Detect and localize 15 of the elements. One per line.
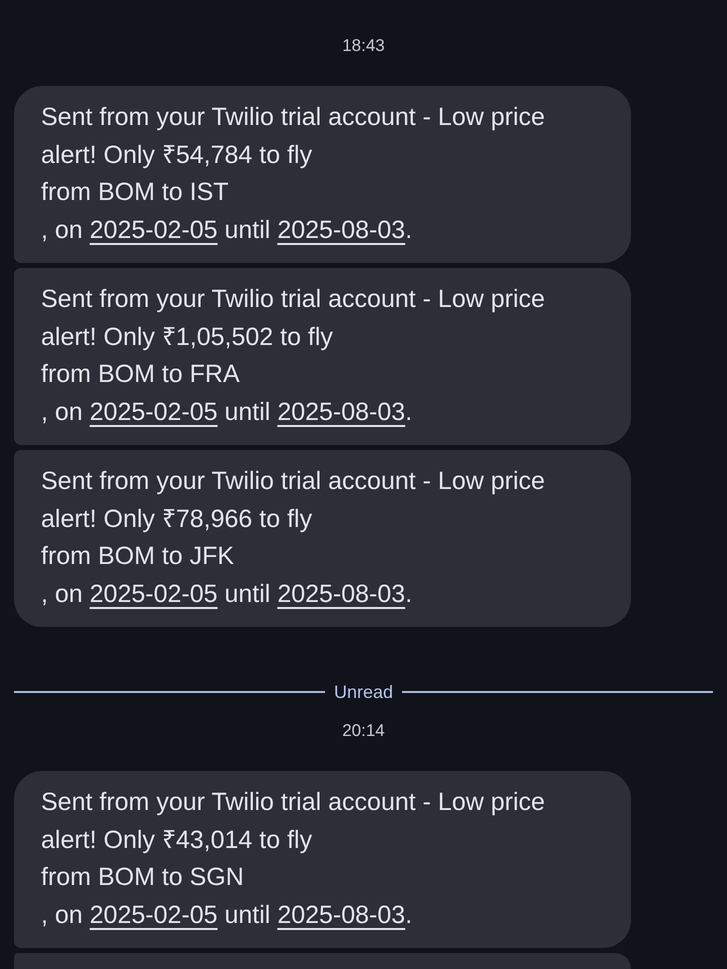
date-link[interactable]: 2025-08-03 <box>277 580 406 608</box>
message-text: Sent from your Twilio trial account - Low price alert! Only ₹54,784 to fly from BOM to IST , on 2025-02-05 until 2025-08-03. <box>41 102 546 246</box>
timestamp: 18:43 <box>342 36 385 56</box>
date-link[interactable]: 2025-02-05 <box>90 900 218 928</box>
date-link[interactable]: 2025-08-03 <box>277 900 406 928</box>
date-link[interactable]: 2025-02-05 <box>90 580 218 608</box>
message-text: Sent from your Twilio trial account - Low price alert! Only ₹43,014 to fly from BOM to SGN , on 2025-02-05 until 2025-08-03. <box>41 787 546 930</box>
date-link[interactable]: 2025-02-05 <box>90 216 218 244</box>
timestamp: 20:14 <box>342 721 385 741</box>
date-link[interactable]: 2025-08-03 <box>277 216 406 244</box>
message-text: Sent from your Twilio trial account - Low price alert! Only ₹1,05,502 to fly from BOM to FRA , on 2025-02-05 until 2025-08-03. <box>41 284 546 428</box>
unread-label: Unread <box>334 681 394 703</box>
date-link[interactable]: 2025-08-03 <box>277 398 406 426</box>
message-text: Sent from your Twilio trial account - Low price alert! Only ₹78,966 to fly from BOM to JFK , on 2025-02-05 until 2025-08-03. <box>41 466 546 610</box>
date-link[interactable]: 2025-02-05 <box>90 398 218 426</box>
